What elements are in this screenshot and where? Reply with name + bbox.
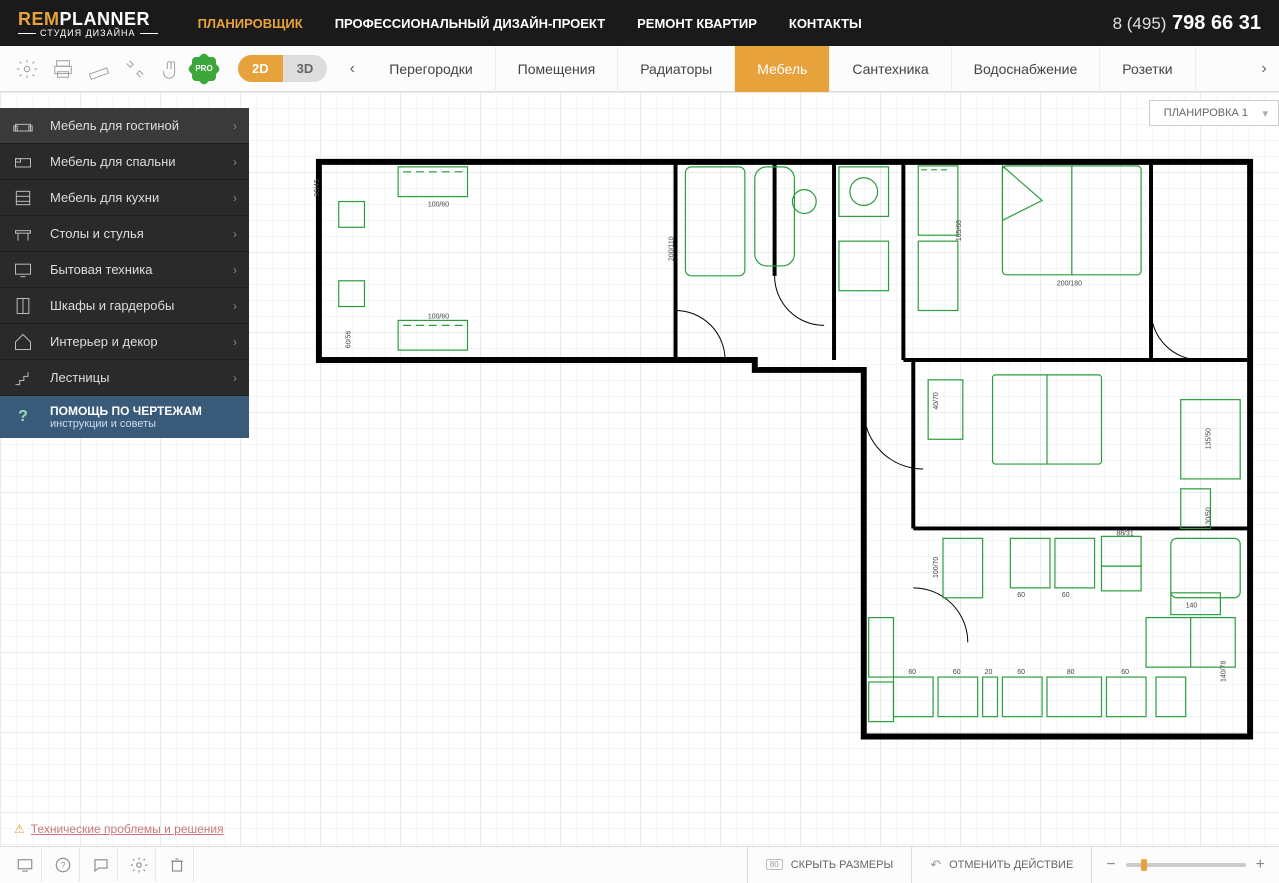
zoom-control: − + xyxy=(1091,847,1279,883)
svg-text:140: 140 xyxy=(1186,603,1198,610)
ruler-icon[interactable] xyxy=(84,54,114,84)
svg-text:130/50: 130/50 xyxy=(1205,507,1212,528)
svg-text:60: 60 xyxy=(908,669,916,676)
hide-sizes-button[interactable]: 80 СКРЫТЬ РАЗМЕРЫ xyxy=(747,847,911,883)
undo-icon: ↶ xyxy=(930,857,941,873)
svg-text:100/70: 100/70 xyxy=(933,557,940,578)
hand-icon[interactable] xyxy=(156,54,186,84)
tab-plumbing[interactable]: Сантехника xyxy=(830,46,951,92)
screen-icon[interactable] xyxy=(8,848,42,882)
furniture-sidebar: Мебель для гостиной › Мебель для спальни… xyxy=(0,108,249,438)
svg-text:60: 60 xyxy=(1062,592,1070,599)
toolbar: PRO 2D 3D ‹ Перегородки Помещения Радиат… xyxy=(0,46,1279,92)
svg-text:80: 80 xyxy=(1067,669,1075,676)
tab-partitions[interactable]: Перегородки xyxy=(367,46,495,92)
settings-icon[interactable] xyxy=(12,54,42,84)
svg-text:?: ? xyxy=(60,861,65,870)
sidebar-item-tables[interactable]: Столы и стулья › xyxy=(0,216,249,252)
svg-text:20: 20 xyxy=(985,669,993,676)
tab-rooms[interactable]: Помещения xyxy=(496,46,619,92)
house-icon xyxy=(12,331,34,353)
help-icon[interactable]: ? xyxy=(46,848,80,882)
bottom-bar: ? 80 СКРЫТЬ РАЗМЕРЫ ↶ ОТМЕНИТЬ ДЕЙСТВИЕ … xyxy=(0,846,1279,882)
svg-text:135/50: 135/50 xyxy=(1205,428,1212,449)
view-toggle: 2D 3D xyxy=(238,55,327,82)
logo-rem: REM xyxy=(18,9,60,29)
svg-text:60: 60 xyxy=(953,669,961,676)
chevron-right-icon: › xyxy=(233,227,237,241)
tabs-next-icon[interactable]: › xyxy=(1249,46,1279,92)
nav-planner[interactable]: ПЛАНИРОВЩИК xyxy=(198,16,303,31)
svg-text:60/56: 60/56 xyxy=(346,331,353,348)
zoom-in-button[interactable]: + xyxy=(1256,856,1265,874)
svg-text:88/31: 88/31 xyxy=(1116,530,1133,537)
stairs-icon xyxy=(12,367,34,389)
svg-text:60: 60 xyxy=(1017,669,1025,676)
print-icon[interactable] xyxy=(48,54,78,84)
tab-furniture[interactable]: Мебель xyxy=(735,46,830,92)
chevron-right-icon: › xyxy=(233,263,237,277)
nav-design-project[interactable]: ПРОФЕССИОНАЛЬНЫЙ ДИЗАЙН-ПРОЕКТ xyxy=(335,16,605,31)
sidebar-item-stairs[interactable]: Лестницы › xyxy=(0,360,249,396)
question-icon: ? xyxy=(12,406,34,428)
sidebar-item-decor[interactable]: Интерьер и декор › xyxy=(0,324,249,360)
svg-text:90/45: 90/45 xyxy=(314,179,321,196)
svg-text:200/180: 200/180 xyxy=(1057,281,1082,288)
chevron-right-icon: › xyxy=(233,335,237,349)
tab-radiators[interactable]: Радиаторы xyxy=(618,46,735,92)
svg-text:60: 60 xyxy=(1121,669,1129,676)
zoom-slider[interactable] xyxy=(1126,863,1246,867)
zoom-out-button[interactable]: − xyxy=(1106,856,1115,874)
svg-text:165/68: 165/68 xyxy=(956,220,963,241)
tab-sockets[interactable]: Розетки xyxy=(1100,46,1195,92)
tabs-prev-icon[interactable]: ‹ xyxy=(337,46,367,92)
svg-text:60: 60 xyxy=(1017,592,1025,599)
pro-badge[interactable]: PRO xyxy=(192,57,216,81)
svg-text:40/70: 40/70 xyxy=(933,392,940,409)
phone-number[interactable]: 8 (495) 798 66 31 xyxy=(1113,12,1261,35)
chevron-right-icon: › xyxy=(233,191,237,205)
undo-button[interactable]: ↶ ОТМЕНИТЬ ДЕЙСТВИЕ xyxy=(911,847,1091,883)
planner-tabs: Перегородки Помещения Радиаторы Мебель С… xyxy=(367,46,1249,92)
svg-text:140/78: 140/78 xyxy=(1220,661,1227,682)
logo-sub: СТУДИЯ ДИЗАЙНА xyxy=(40,28,136,38)
nav-renovation[interactable]: РЕМОНТ КВАРТИР xyxy=(637,16,757,31)
tech-problems-link[interactable]: Технические проблемы и решения xyxy=(14,822,224,836)
chevron-right-icon: › xyxy=(233,299,237,313)
cabinet-icon xyxy=(12,187,34,209)
plan-dropdown[interactable]: ПЛАНИРОВКА 1 xyxy=(1149,100,1279,126)
sidebar-item-appliances[interactable]: Бытовая техника › xyxy=(0,252,249,288)
sidebar-item-kitchen[interactable]: Мебель для кухни › xyxy=(0,180,249,216)
logo[interactable]: REMPLANNER СТУДИЯ ДИЗАЙНА xyxy=(18,9,158,38)
bed-icon xyxy=(12,151,34,173)
chevron-right-icon: › xyxy=(233,371,237,385)
sidebar-help[interactable]: ? ПОМОЩЬ ПО ЧЕРТЕЖАМ инструкции и советы xyxy=(0,396,249,438)
svg-text:200/110: 200/110 xyxy=(669,236,676,261)
sidebar-item-wardrobes[interactable]: Шкафы и гардеробы › xyxy=(0,288,249,324)
logo-planner: PLANNER xyxy=(60,9,151,29)
table-icon xyxy=(12,223,34,245)
tv-icon xyxy=(12,259,34,281)
svg-text:100/60: 100/60 xyxy=(428,313,449,320)
header: REMPLANNER СТУДИЯ ДИЗАЙНА ПЛАНИРОВЩИК ПР… xyxy=(0,0,1279,46)
svg-text:100/60: 100/60 xyxy=(428,201,449,208)
gear-icon[interactable] xyxy=(122,848,156,882)
trash-icon[interactable] xyxy=(160,848,194,882)
chevron-right-icon: › xyxy=(233,119,237,133)
view-3d-button[interactable]: 3D xyxy=(283,55,328,82)
view-2d-button[interactable]: 2D xyxy=(238,55,283,82)
floorplan[interactable]: 100/60 100/60 200/110 200/180 165/68 135… xyxy=(300,152,1269,786)
tools-icon[interactable] xyxy=(120,54,150,84)
wardrobe-icon xyxy=(12,295,34,317)
sofa-icon xyxy=(12,115,34,137)
main-nav: ПЛАНИРОВЩИК ПРОФЕССИОНАЛЬНЫЙ ДИЗАЙН-ПРОЕ… xyxy=(198,16,1113,31)
sidebar-item-living[interactable]: Мебель для гостиной › xyxy=(0,108,249,144)
sidebar-item-bedroom[interactable]: Мебель для спальни › xyxy=(0,144,249,180)
chat-icon[interactable] xyxy=(84,848,118,882)
size-badge-icon: 80 xyxy=(766,859,783,870)
canvas-area[interactable]: Мебель для гостиной › Мебель для спальни… xyxy=(0,92,1279,846)
tab-water[interactable]: Водоснабжение xyxy=(952,46,1101,92)
chevron-right-icon: › xyxy=(233,155,237,169)
nav-contacts[interactable]: КОНТАКТЫ xyxy=(789,16,862,31)
